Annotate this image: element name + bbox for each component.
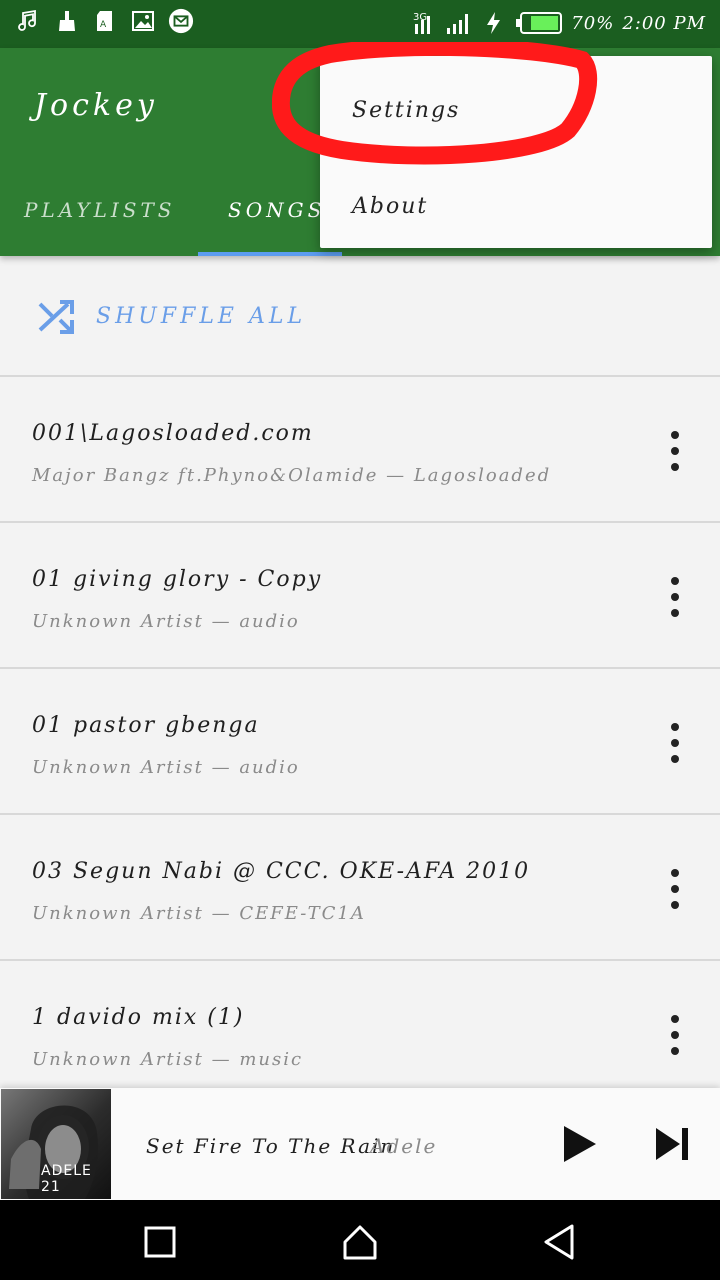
song-title: 01 giving glory - Copy [32, 567, 323, 592]
svg-text:A: A [100, 20, 107, 30]
song-list: 001\Lagosloaded.com Major Bangz ft.Phyno… [0, 377, 720, 1107]
menu-item-about[interactable]: About [320, 158, 712, 254]
back-icon[interactable] [540, 1222, 580, 1262]
battery-icon [515, 10, 563, 36]
song-artist-album: Unknown Artist — audio [32, 757, 300, 778]
now-playing-artist: Adele [370, 1134, 438, 1158]
song-artist-album: Major Bangz ft.Phyno&Olamide — Lagosload… [32, 465, 552, 486]
tab-playlists[interactable]: PLAYLISTS [24, 198, 176, 222]
menu-item-settings[interactable]: Settings [320, 62, 712, 158]
broom-icon [54, 8, 80, 34]
shuffle-icon [38, 300, 74, 334]
skip-next-icon[interactable] [654, 1126, 690, 1162]
app-title: Jockey [34, 88, 158, 123]
song-row[interactable]: 1 davido mix (1) Unknown Artist — music [0, 961, 720, 1107]
system-status: 3G 70% 2:00 PM [413, 8, 706, 38]
tab-songs[interactable]: SONGS [228, 198, 325, 222]
clock: 2:00 PM [622, 12, 706, 34]
shuffle-all-row[interactable]: SHUFFLE ALL [0, 256, 720, 377]
shuffle-all-label: SHUFFLE ALL [96, 304, 307, 329]
song-overflow-icon[interactable] [660, 1015, 690, 1055]
home-icon[interactable] [340, 1222, 380, 1262]
now-playing-title: Set Fire To The Rain [146, 1134, 396, 1158]
song-overflow-icon[interactable] [660, 869, 690, 909]
status-bar: A 3G 70% 2:00 PM [0, 0, 720, 48]
song-artist-album: Unknown Artist — music [32, 1049, 304, 1070]
app-screen: A 3G 70% 2:00 PM Jockey PLAYLISTS SONGS … [0, 0, 720, 1280]
song-row[interactable]: 03 Segun Nabi @ CCC. OKE-AFA 2010 Unknow… [0, 815, 720, 961]
song-overflow-icon[interactable] [660, 577, 690, 617]
song-title: 001\Lagosloaded.com [32, 421, 314, 446]
overflow-menu: Settings About [320, 56, 712, 248]
play-icon[interactable] [562, 1124, 598, 1164]
battery-percent: 70% [571, 12, 615, 34]
sd-card-icon: A [92, 8, 118, 34]
album-art[interactable]: ADELE 21 [1, 1089, 111, 1199]
song-row[interactable]: 001\Lagosloaded.com Major Bangz ft.Phyno… [0, 377, 720, 523]
signal-icon: 3G [413, 10, 473, 36]
song-overflow-icon[interactable] [660, 723, 690, 763]
song-title: 03 Segun Nabi @ CCC. OKE-AFA 2010 [32, 859, 531, 884]
mail-icon [168, 8, 194, 34]
notification-icons: A [16, 8, 194, 34]
now-playing-bar[interactable]: ADELE 21 Set Fire To The Rain Adele [0, 1088, 720, 1200]
svg-text:3G: 3G [413, 12, 427, 23]
system-nav-bar [0, 1200, 720, 1280]
song-artist-album: Unknown Artist — audio [32, 611, 300, 632]
album-art-label: ADELE 21 [41, 1163, 92, 1195]
image-icon [130, 8, 156, 34]
music-note-icon [16, 8, 42, 34]
song-row[interactable]: 01 giving glory - Copy Unknown Artist — … [0, 523, 720, 669]
song-artist-album: Unknown Artist — CEFE-TC1A [32, 903, 366, 924]
song-row[interactable]: 01 pastor gbenga Unknown Artist — audio [0, 669, 720, 815]
song-title: 1 davido mix (1) [32, 1005, 245, 1030]
song-overflow-icon[interactable] [660, 431, 690, 471]
song-title: 01 pastor gbenga [32, 713, 260, 738]
charging-icon [481, 10, 507, 36]
recents-icon[interactable] [140, 1222, 180, 1262]
